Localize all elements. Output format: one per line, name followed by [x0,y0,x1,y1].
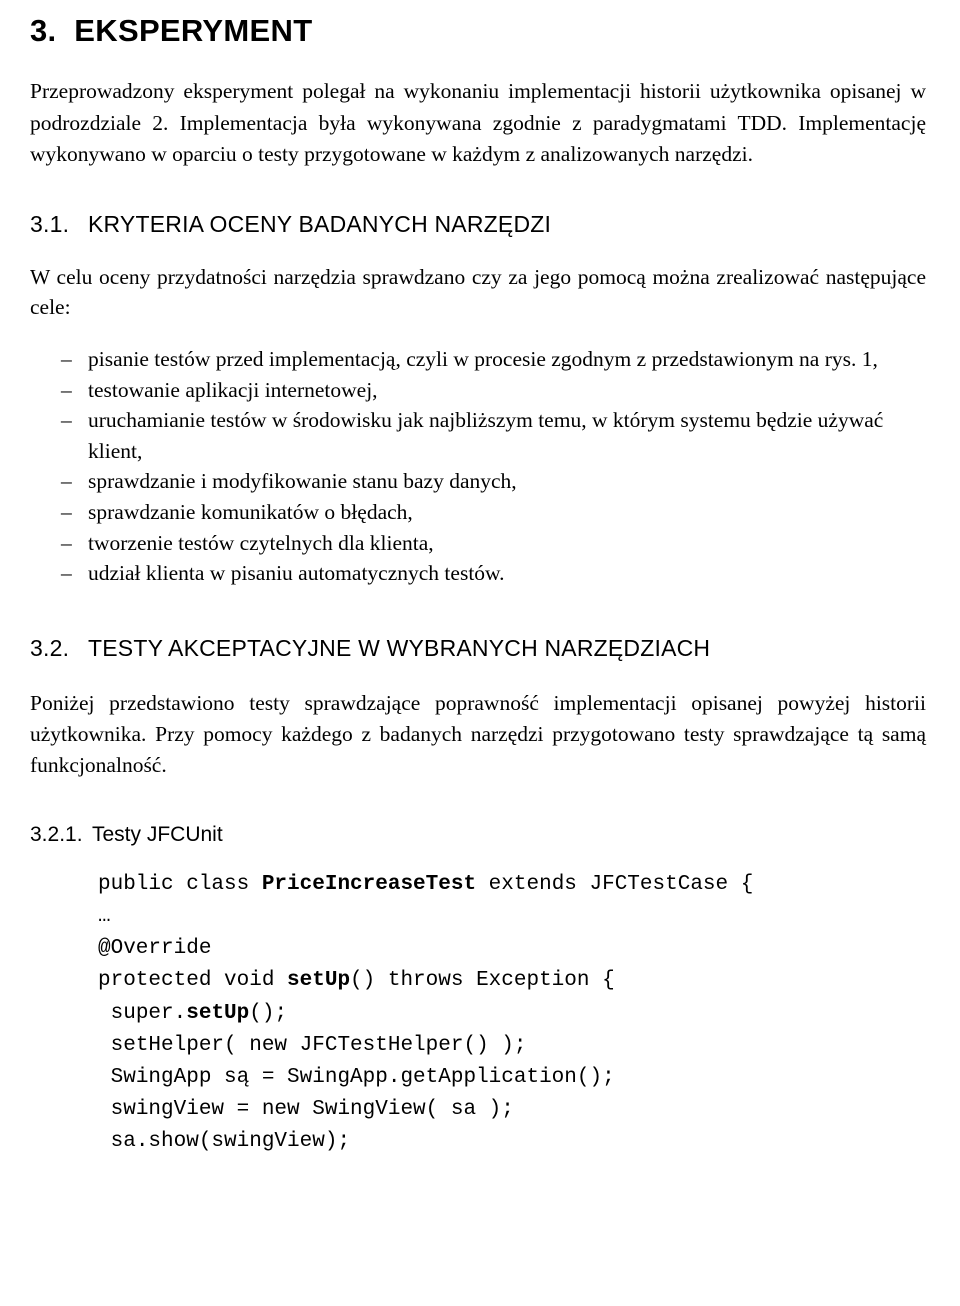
chapter-heading: 3. EKSPERYMENT [30,13,926,48]
list-item-text: testowanie aplikacji internetowej, [88,377,378,402]
list-item: – testowanie aplikacji internetowej, [30,375,926,406]
list-item-text: tworzenie testów czytelnych dla klienta, [88,530,434,555]
subsection-number-3-2-1: 3.2.1. [30,823,83,847]
section-3-2-paragraph: Poniżej przedstawiono testy sprawdzające… [30,690,926,777]
list-dash: – [61,499,72,524]
section-title-3-2: TESTY AKCEPTACYJNE W WYBRANYCH NARZĘDZIA… [88,634,711,661]
document-page: 3. EKSPERYMENT Przeprowadzony eksperymen… [0,0,960,1306]
list-dash: – [61,408,72,433]
list-item: – udział klienta w pisaniu automatycznych… [30,558,926,589]
list-dash: – [61,561,72,586]
list-item-text: pisanie testów przed implementacją, czyl… [88,347,878,372]
section-title-3-1: KRYTERIA OCENY BADANYCH NARZĘDZI [88,210,552,237]
subsection-title-3-2-1: Testy JFCUnit [92,823,223,847]
list-item: – sprawdzanie i modyfikowanie stanu bazy … [30,466,926,497]
list-item: – pisanie testów przed implementacją, czy… [30,344,926,375]
intro-paragraph: Przeprowadzony eksperyment polegał na wy… [30,79,926,167]
list-dash: – [61,530,72,555]
section-number-3-1: 3.1. [30,210,70,237]
list-item-text: uruchamianie testów w środowisku jak naj… [88,408,884,463]
section-heading-3-2: 3.2. TESTY AKCEPTACYJNE W WYBRANYCH NARZ… [30,635,926,662]
list-item-text: sprawdzanie i modyfikowanie stanu bazy d… [88,469,517,494]
list-dash: – [61,347,72,372]
list-dash: – [61,469,72,494]
list-item: – uruchamianie testów w środowisku jak na… [30,405,926,466]
subsection-heading-3-2-1: 3.2.1. Testy JFCUnit [30,823,926,847]
list-item: – sprawdzanie komunikatów o błędach, [30,497,926,528]
section-heading-3-1: 3.1. KRYTERIA OCENY BADANYCH NARZĘDZI [30,211,926,238]
chapter-number: 3. [30,13,57,48]
list-item-text: sprawdzanie komunikatów o błędach, [88,499,413,524]
criteria-list: – pisanie testów przed implementacją, czy… [30,344,926,588]
chapter-title-text: EKSPERYMENT [74,13,313,48]
criteria-lead-paragraph: W celu oceny przydatności narzędzia spra… [30,264,926,320]
section-number-3-2: 3.2. [30,634,70,661]
list-item-text: udział klienta w pisaniu automatycznych … [88,561,505,586]
list-item: – tworzenie testów czytelnych dla klienta… [30,528,926,559]
list-dash: – [61,377,72,402]
code-block-jfcunit: public class PriceIncreaseTest extends J… [98,873,754,1154]
